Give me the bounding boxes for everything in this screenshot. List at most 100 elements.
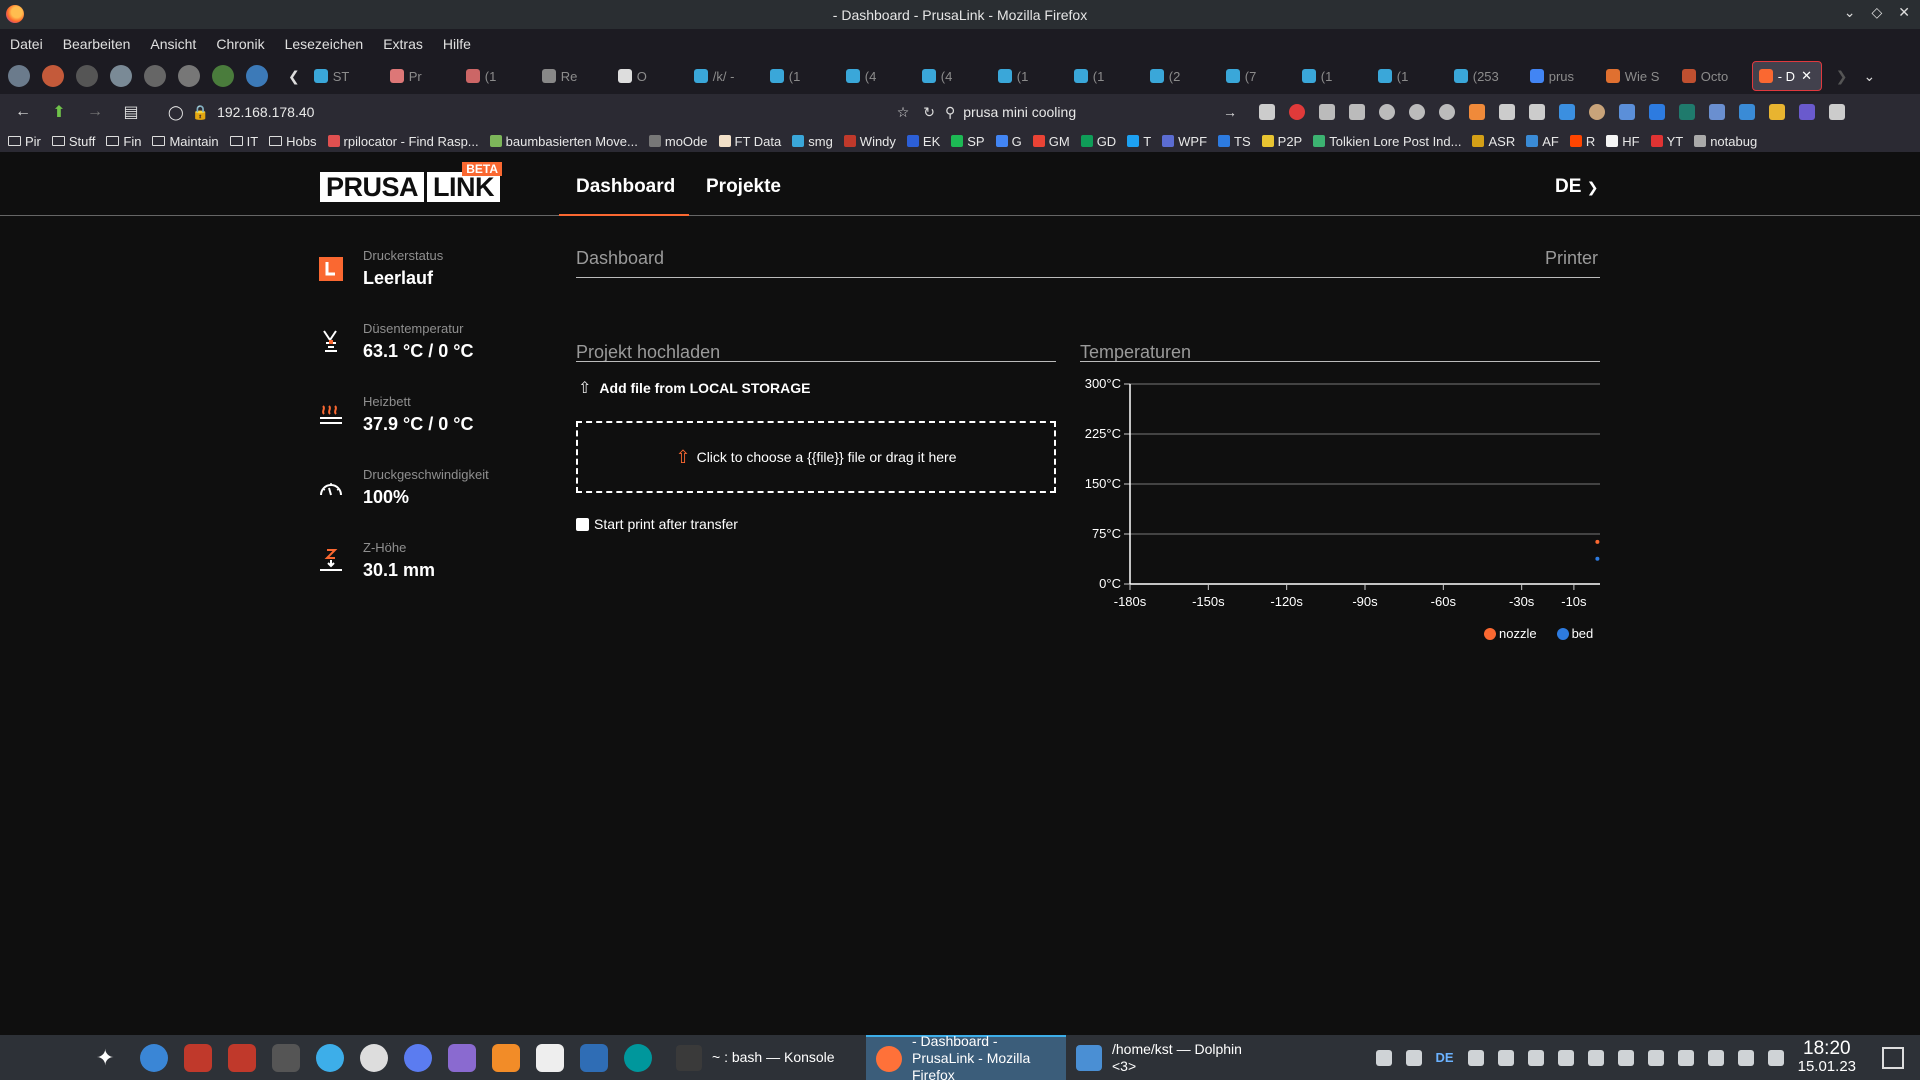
prusalink-logo[interactable]: PRUSA LINK BETA [320, 162, 503, 202]
file-dropzone[interactable]: ⇧ Click to choose a {{file}} file or dra… [576, 421, 1056, 493]
minimize-icon[interactable]: ⌄ [1844, 4, 1856, 21]
browser-tab[interactable]: (7 [1220, 61, 1290, 91]
bookmark-star-icon[interactable]: ☆ [897, 104, 910, 121]
browser-tab[interactable]: Re [536, 61, 606, 91]
bookmark-item[interactable]: R [1569, 134, 1595, 149]
browser-tab[interactable]: (2 [1144, 61, 1214, 91]
extension-icon[interactable] [1679, 104, 1695, 120]
kdeconnect-icon[interactable] [316, 1043, 344, 1072]
extension-icon[interactable] [1589, 104, 1605, 120]
extension-icon[interactable] [1499, 104, 1515, 120]
extension-icon[interactable] [1649, 104, 1665, 120]
browser-tab[interactable]: (1 [1068, 61, 1138, 91]
hamburger-menu-icon[interactable] [1829, 104, 1845, 120]
bookmark-folder[interactable]: Pir [8, 134, 41, 149]
notification-icon[interactable] [1375, 1049, 1392, 1066]
bookmark-item[interactable]: T [1127, 134, 1151, 149]
bookmark-item[interactable]: notabug [1694, 134, 1757, 149]
start-print-row[interactable]: Start print after transfer [576, 516, 738, 532]
bookmark-folder[interactable]: Maintain [152, 134, 219, 149]
browser-tab[interactable]: prus [1524, 61, 1594, 91]
browser-tab[interactable]: (1 [764, 61, 834, 91]
menu-item-2[interactable]: Ansicht [150, 36, 196, 52]
menu-item-5[interactable]: Extras [383, 36, 423, 52]
power-icon[interactable] [1439, 104, 1455, 120]
bookmark-item[interactable]: SP [951, 134, 985, 149]
document-icon[interactable] [536, 1043, 564, 1072]
downloads-icon[interactable] [1259, 104, 1275, 120]
bookmark-item[interactable]: TS [1218, 134, 1251, 149]
extension-icon[interactable] [1319, 104, 1335, 120]
menu-item-6[interactable]: Hilfe [443, 36, 471, 52]
pinned-tab-7[interactable] [212, 65, 234, 87]
bookmark-item[interactable]: GM [1032, 134, 1070, 149]
keyboard-icon[interactable] [1767, 1049, 1784, 1066]
task-item[interactable]: /home/kst — Dolphin <3> [1066, 1035, 1266, 1080]
bookmark-folder[interactable]: Fin [106, 134, 141, 149]
pinned-tab-3[interactable] [76, 65, 98, 87]
camera-icon[interactable] [1677, 1049, 1694, 1066]
freecad-icon[interactable] [184, 1043, 212, 1072]
translate-icon[interactable] [1619, 104, 1635, 120]
browser-tab[interactable]: (4 [916, 61, 986, 91]
browser-tab[interactable]: (1 [1296, 61, 1366, 91]
add-file-local-button[interactable]: ⇧ Add file from LOCAL STORAGE [578, 378, 810, 398]
screenshot-icon[interactable] [448, 1043, 476, 1072]
bookmark-folder[interactable]: IT [229, 134, 258, 149]
task-item[interactable]: ~ : bash — Konsole [666, 1035, 866, 1080]
reload-icon[interactable]: ↻ [923, 104, 935, 121]
lock-icon[interactable]: 🔒 [192, 104, 209, 121]
bookmark-folder[interactable]: Stuff [51, 134, 95, 149]
menu-item-3[interactable]: Chronik [216, 36, 264, 52]
thunderbird-icon[interactable] [140, 1043, 168, 1072]
sidebar-icon[interactable]: ▤ [120, 102, 142, 122]
bookmark-item[interactable]: Tolkien Lore Post Ind... [1313, 134, 1461, 149]
bookmark-item[interactable]: moOde [648, 134, 708, 149]
app-launcher-icon[interactable]: ✦ [96, 1045, 124, 1071]
wifi-icon[interactable] [1737, 1049, 1754, 1066]
start-print-checkbox[interactable] [576, 517, 589, 531]
nav-dashboard[interactable]: Dashboard [576, 176, 675, 198]
bookmark-item[interactable]: GD [1080, 134, 1116, 149]
forward-button[interactable]: → [84, 103, 106, 121]
pinned-tab-5[interactable] [144, 65, 166, 87]
tab-close-icon[interactable]: ✕ [1801, 68, 1812, 84]
bookmark-item[interactable]: P2P [1261, 134, 1302, 149]
browser-tab[interactable]: (253 [1448, 61, 1518, 91]
adblock-icon[interactable] [1289, 104, 1305, 120]
extension-icon[interactable] [1769, 104, 1785, 120]
search-bar[interactable]: ⚲ prusa mini cooling → [945, 98, 1245, 126]
tab-scroll-left-icon[interactable]: ❮ [288, 68, 300, 85]
bookmark-item[interactable]: WPF [1162, 134, 1207, 149]
browser-tab[interactable]: Pr [384, 61, 454, 91]
extension-icon[interactable] [1469, 104, 1485, 120]
menu-item-1[interactable]: Bearbeiten [63, 36, 131, 52]
pinned-tab-6[interactable] [178, 65, 200, 87]
volume-icon[interactable] [1707, 1049, 1724, 1066]
bookmark-item[interactable]: HF [1606, 134, 1640, 149]
browser-tab[interactable]: (4 [840, 61, 910, 91]
bookmark-item[interactable]: YT [1650, 134, 1683, 149]
kdeconnect-tray-icon[interactable] [1497, 1049, 1514, 1066]
url-bar[interactable]: ◯ 🔒 192.168.178.40 ☆ ↻ [160, 98, 935, 126]
tracking-shield-icon[interactable]: ◯ [168, 104, 184, 121]
menu-item-0[interactable]: Datei [10, 36, 43, 52]
back-button[interactable]: ← [12, 103, 34, 121]
extension-icon[interactable] [1409, 104, 1425, 120]
pinned-tab-1[interactable] [8, 65, 30, 87]
freecad-icon[interactable] [228, 1043, 256, 1072]
browser-tab[interactable]: (1 [1372, 61, 1442, 91]
home-icon[interactable]: ⬆ [48, 102, 70, 122]
maximize-icon[interactable]: ◇ [1871, 4, 1882, 21]
list-all-tabs-icon[interactable]: ⌄ [1863, 68, 1875, 85]
battery-icon[interactable] [1557, 1049, 1574, 1066]
language-selector[interactable]: DE ❯ [1555, 176, 1598, 198]
vscode-icon[interactable] [580, 1043, 608, 1072]
browser-tab[interactable]: /k/ - [688, 61, 758, 91]
clipboard-icon[interactable] [1527, 1049, 1544, 1066]
task-item[interactable]: - Dashboard - PrusaLink - Mozilla Firefo… [866, 1033, 1066, 1080]
show-desktop-icon[interactable] [1882, 1046, 1904, 1069]
bluetooth-icon[interactable] [1587, 1049, 1604, 1066]
browser-tab[interactable]: Wie S [1600, 61, 1670, 91]
bookmark-item[interactable]: Windy [843, 134, 896, 149]
